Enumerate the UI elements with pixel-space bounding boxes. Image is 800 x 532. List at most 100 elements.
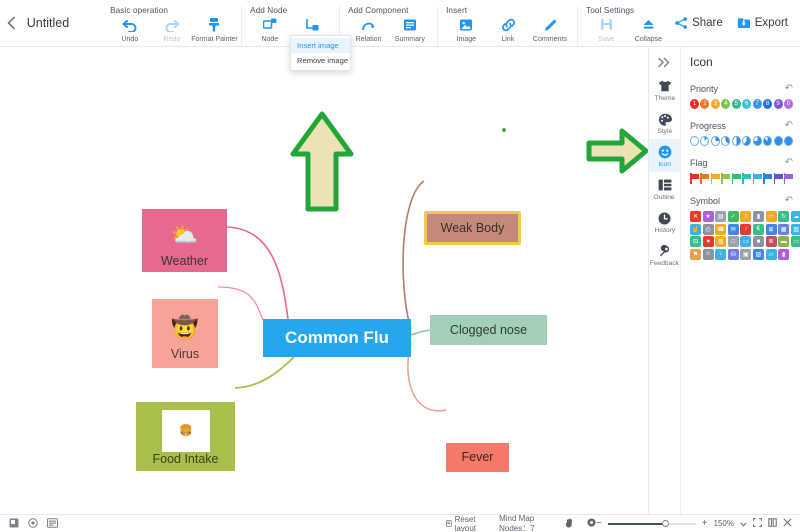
reset-arrow-icon[interactable]: ↶ [785, 83, 793, 94]
toolbar-button-format-painter[interactable]: Format Painter [191, 16, 237, 43]
symbol-icon-chart[interactable]: ▦ [778, 223, 790, 235]
toolbar-button-image[interactable]: Image [446, 16, 486, 43]
progress-icon-0%[interactable] [690, 136, 700, 146]
symbol-icon-clipboard[interactable]: ▥ [715, 236, 727, 248]
symbol-icon-thumb-up[interactable]: ☝ [690, 223, 701, 235]
symbol-icon-tag[interactable]: ▱ [765, 248, 777, 260]
symbol-icon-heart[interactable]: ♥ [702, 236, 714, 248]
flag-icon-cyan-flag[interactable] [752, 173, 762, 184]
fullscreen-icon[interactable] [783, 518, 792, 529]
toolbar-button-redo[interactable]: Redo [152, 16, 192, 43]
flag-icon-blue-flag[interactable] [763, 173, 773, 184]
symbol-icon-folder[interactable]: ▭ [765, 211, 777, 222]
symbol-icon-bag[interactable]: ▬ [778, 236, 790, 248]
panel-collapse-button[interactable] [649, 51, 680, 73]
priority-icon-4[interactable]: 4 [721, 99, 731, 109]
flag-icon-indigo-flag[interactable] [773, 173, 783, 184]
fit-screen-icon[interactable] [753, 518, 762, 529]
progress-icon-87%[interactable] [763, 136, 773, 146]
toolbar-button-undo[interactable]: Undo [110, 16, 150, 43]
progress-icon-75%[interactable] [752, 136, 762, 146]
flag-icon-orange-flag[interactable] [700, 173, 710, 184]
mindmap-canvas[interactable]: ⛅ Weather 🤠 Virus 🍔 Food Intake Common F… [0, 47, 648, 514]
progress-icon-12%[interactable] [700, 136, 710, 146]
symbol-icon-lock[interactable]: ▮ [752, 211, 764, 222]
gear-icon[interactable] [587, 518, 596, 529]
symbol-icon-car[interactable]: ▭ [790, 236, 800, 248]
layers-icon[interactable] [47, 517, 58, 530]
symbol-icon-grid[interactable]: ⊞ [765, 223, 777, 235]
symbol-icon-music[interactable]: ♪ [740, 223, 752, 235]
priority-icon-2[interactable]: 2 [700, 99, 710, 109]
flag-icon-red-flag[interactable] [690, 173, 699, 184]
toolbar-button-link[interactable]: Link [488, 16, 528, 43]
rail-item-style[interactable]: Style [649, 106, 680, 139]
symbol-icon-server[interactable]: ≣ [765, 236, 777, 248]
priority-icon-5[interactable]: 5 [731, 99, 741, 109]
symbol-icon-star[interactable]: ★ [702, 211, 714, 222]
symbol-icon-camera[interactable]: ▣ [740, 248, 752, 260]
symbol-icon-person[interactable]: ☺ [702, 248, 714, 260]
symbol-icon-page[interactable]: ▤ [715, 211, 727, 222]
mindmap-node-fever[interactable]: Fever [446, 443, 509, 472]
back-button[interactable] [0, 0, 23, 46]
rail-item-outline[interactable]: Outline [649, 172, 680, 205]
flag-icon-lime-flag[interactable] [721, 173, 731, 184]
toolbar-button-collapse[interactable]: Collapse [628, 16, 668, 43]
zoom-out-button[interactable]: − [596, 518, 602, 529]
priority-icon-6[interactable]: 6 [742, 99, 752, 109]
toolbar-button-relation[interactable]: Relation [348, 16, 388, 43]
symbol-icon-cloud[interactable]: ☁ [790, 211, 800, 222]
zoom-in-button[interactable]: + [702, 518, 708, 529]
zoom-level-label[interactable]: 150% [714, 519, 734, 528]
rail-item-icon[interactable]: Icon [649, 139, 680, 172]
reset-arrow-icon[interactable]: ↶ [785, 157, 793, 168]
rail-item-feedback[interactable]: Feedback [649, 238, 680, 271]
symbol-icon-badge[interactable]: ▮ [778, 248, 790, 260]
symbol-icon-flag2[interactable]: ⚑ [690, 248, 701, 260]
symbol-icon-check[interactable]: ✓ [727, 211, 739, 222]
symbol-icon-monitor[interactable]: ▭ [740, 236, 752, 248]
priority-icon-3[interactable]: 3 [710, 99, 720, 109]
export-button[interactable]: Export [737, 17, 788, 29]
toolbar-button-summary[interactable]: Summary [390, 16, 430, 43]
menu-item-insert-image[interactable]: Insert image [291, 38, 350, 53]
mindmap-node-central[interactable]: Common Flu [263, 319, 411, 357]
symbol-icon-download[interactable]: ↓ [715, 248, 727, 260]
progress-icon-62%[interactable] [742, 136, 752, 146]
symbol-icon-close[interactable]: ✕ [690, 211, 701, 222]
hand-icon[interactable] [565, 517, 574, 530]
symbol-icon-gift[interactable]: ⊟ [690, 236, 701, 248]
progress-icon-37%[interactable] [721, 136, 731, 146]
priority-icon-0[interactable]: 0 [783, 99, 793, 109]
symbol-icon-refresh[interactable]: ↻ [778, 211, 790, 222]
symbol-icon-book[interactable]: ▨ [752, 248, 764, 260]
symbol-icon-window[interactable]: □ [727, 236, 739, 248]
reset-arrow-icon[interactable]: ↶ [785, 120, 793, 131]
flag-icon-green-flag[interactable] [731, 173, 741, 184]
symbol-icon-list[interactable]: ≡ [740, 211, 752, 222]
flag-icon-teal-flag[interactable] [742, 173, 752, 184]
toolbar-button-comments[interactable]: Comments [530, 16, 570, 43]
menu-item-remove-image[interactable]: Remove image [291, 53, 350, 68]
priority-icon-8[interactable]: 8 [763, 99, 773, 109]
flag-icon-amber-flag[interactable] [710, 173, 720, 184]
priority-icon-7[interactable]: 7 [752, 99, 762, 109]
toolbar-button-node[interactable]: Node [250, 16, 290, 43]
progress-icon-25%[interactable] [710, 136, 720, 146]
mindmap-node-virus[interactable]: 🤠 Virus [152, 299, 218, 368]
slider-knob[interactable] [661, 519, 669, 527]
symbol-icon-phone[interactable]: ☎ [715, 223, 727, 235]
chevron-down-icon[interactable] [740, 519, 747, 529]
symbol-icon-clock[interactable]: ◴ [702, 223, 714, 235]
mindmap-node-weak-body[interactable]: Weak Body [424, 211, 521, 245]
mindmap-node-clogged-nose[interactable]: Clogged nose [430, 315, 547, 345]
symbol-icon-box[interactable]: ■ [752, 236, 764, 248]
symbol-icon-euro[interactable]: € [752, 223, 764, 235]
target-icon[interactable] [28, 517, 38, 530]
flag-icon-violet-flag[interactable] [783, 173, 793, 184]
zoom-slider[interactable] [607, 519, 696, 529]
share-button[interactable]: Share [675, 17, 723, 29]
toolbar-button-save[interactable]: Save [586, 16, 626, 43]
progress-icon-100%[interactable] [773, 136, 783, 146]
